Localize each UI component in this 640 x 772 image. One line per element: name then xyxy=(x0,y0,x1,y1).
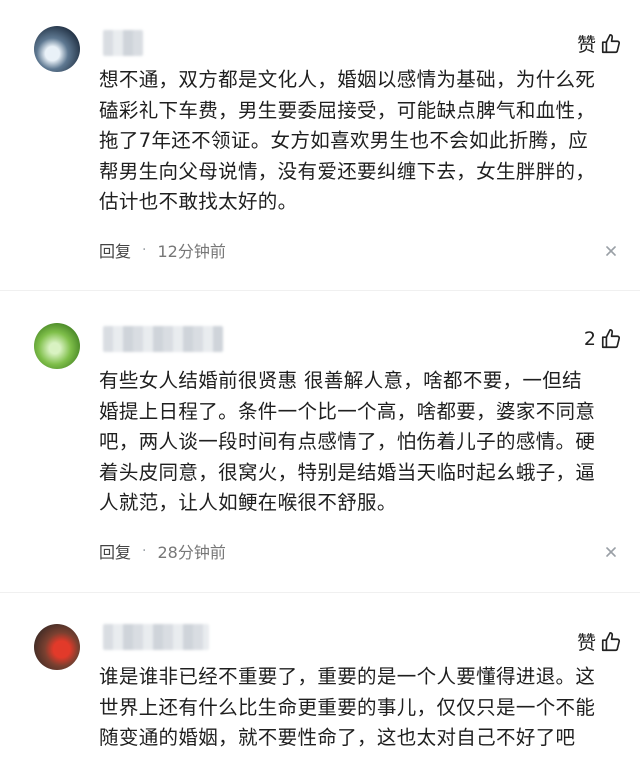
comment-meta: 回复 · 28分钟前 xyxy=(99,539,226,563)
divider xyxy=(0,592,640,593)
like-label: 赞 xyxy=(576,632,596,654)
thumbs-up-icon xyxy=(601,329,621,349)
like-button[interactable]: 赞 xyxy=(577,628,622,655)
separator-dot: · xyxy=(142,242,147,258)
like-button[interactable]: 2 xyxy=(584,328,622,350)
more-options-icon[interactable] xyxy=(604,244,618,258)
avatar[interactable] xyxy=(34,323,80,369)
comment-text: 想不通，双方都是文化人，婚姻以感情为基础，为什么死 磕彩礼下车费，男生要委屈接受… xyxy=(99,68,596,214)
divider xyxy=(0,290,640,291)
timestamp: 12分钟前 xyxy=(157,242,226,261)
like-count: 2 xyxy=(583,328,596,350)
reply-button[interactable]: 回复 xyxy=(99,539,131,563)
separator-dot: · xyxy=(142,543,147,559)
comment-text: 谁是谁非已经不重要了，重要的是一个人要懂得进退。这 世界上还有什么比生命更重要的… xyxy=(99,665,596,750)
timestamp: 28分钟前 xyxy=(157,543,226,562)
comment-text: 有些女人结婚前很贤惠 很善解人意，啥都不要，一但结 婚提上日程了。条件一个比一个… xyxy=(99,369,596,515)
avatar[interactable] xyxy=(34,26,80,72)
username-blurred[interactable] xyxy=(103,326,223,352)
like-label: 赞 xyxy=(576,34,596,56)
comment-meta: 回复 · 12分钟前 xyxy=(99,238,226,262)
username-blurred[interactable] xyxy=(103,30,143,56)
like-button[interactable]: 赞 xyxy=(577,30,622,57)
username-blurred[interactable] xyxy=(103,624,209,650)
avatar[interactable] xyxy=(34,624,80,670)
reply-button[interactable]: 回复 xyxy=(99,238,131,262)
thumbs-up-icon xyxy=(601,33,621,53)
thumbs-up-icon xyxy=(601,631,621,651)
more-options-icon[interactable] xyxy=(604,545,618,559)
